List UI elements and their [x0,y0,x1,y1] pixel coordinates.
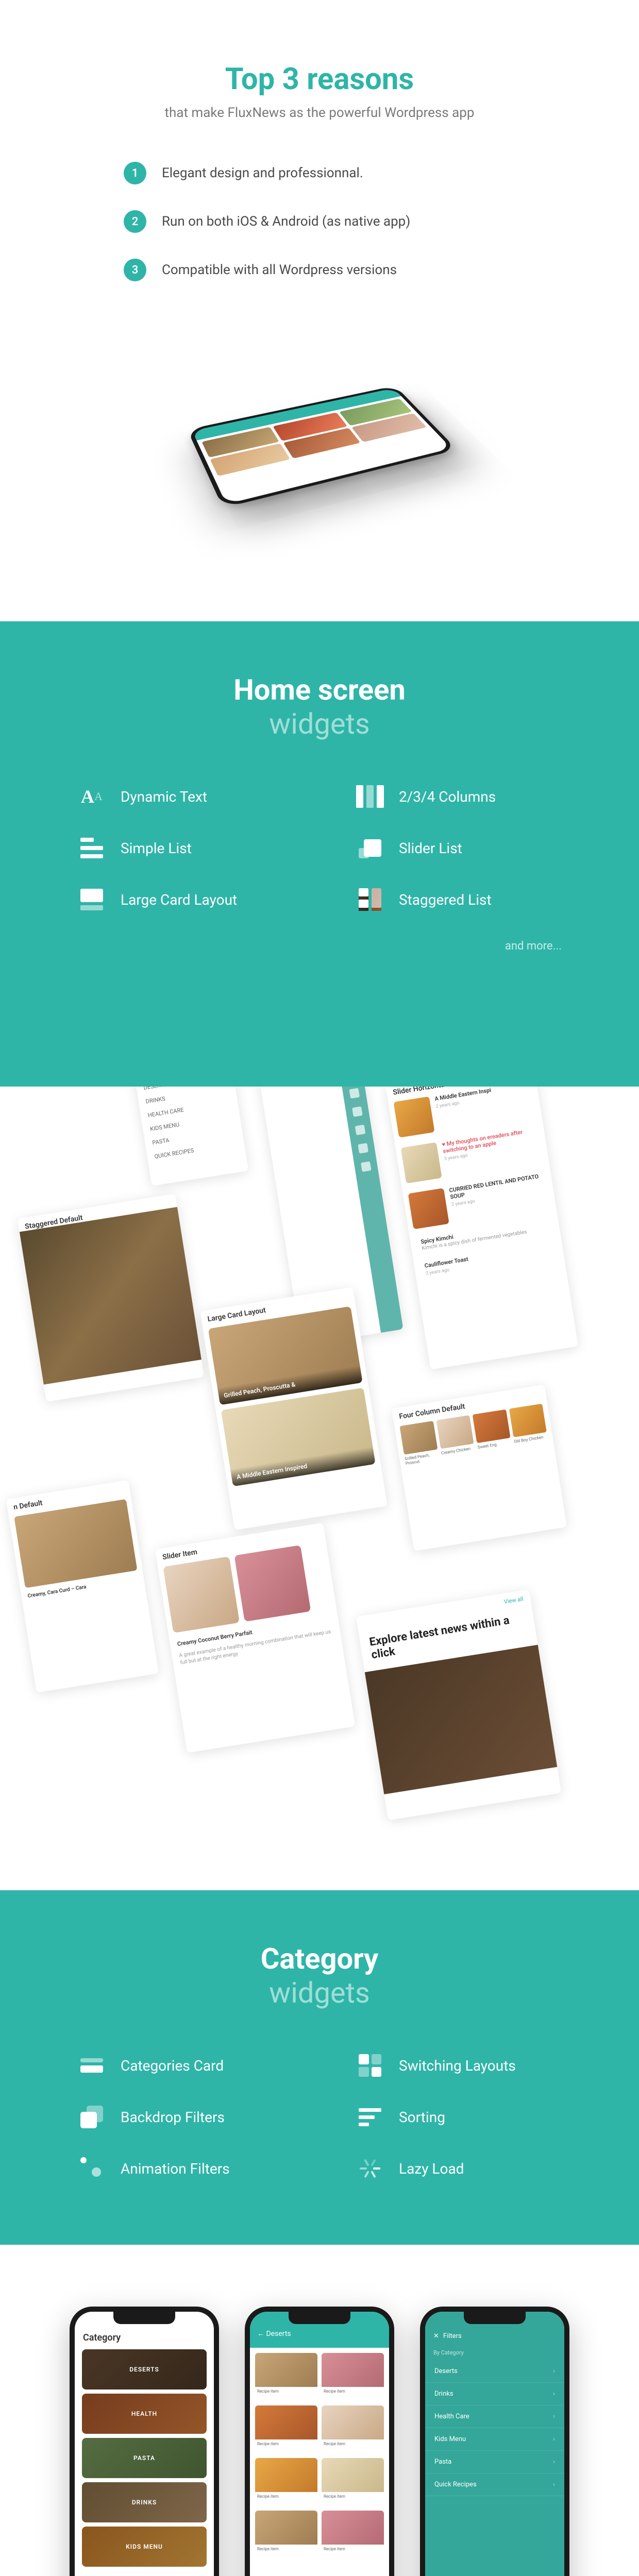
phone-filters: ✕ Filters By Category Deserts› Drinks› H… [420,2307,569,2576]
hero-phone-mockup [144,323,495,570]
feature-backdrop-filters: Backdrop Filters [77,2103,283,2131]
list-icon [77,834,106,862]
card-staggered: Staggered Default [18,1194,204,1402]
feature-lazy-load: Lazy Load [356,2154,562,2183]
feature-label: Animation Filters [121,2160,230,2177]
home-features-grid: AA Dynamic Text 2/3/4 Columns Simple Lis… [77,782,562,914]
section-label: By Category [425,2345,564,2360]
badge-1: 1 [124,162,146,184]
card-explore: View all Explore latest news within a cl… [356,1589,561,1820]
large-card-icon [77,885,106,914]
top-reasons-section: Top 3 reasons that make FluxNews as the … [0,0,639,621]
reason-1: 1 Elegant design and professionnal. [124,162,515,184]
section3-title: Category [261,1942,379,1976]
feature-label: Staggered List [399,891,492,908]
category-row: PASTA [82,2438,207,2478]
badge-3: 3 [124,259,146,281]
main-title: Top 3 reasons [225,62,414,97]
section2-subtitle: widgets [269,707,370,741]
feature-label: Sorting [399,2109,445,2126]
switching-icon [356,2051,384,2080]
feature-label: Backdrop Filters [121,2109,225,2126]
feature-dynamic-text: AA Dynamic Text [77,782,283,811]
feature-columns: 2/3/4 Columns [356,782,562,811]
card-slider-item: Slider Item Creamy Coconut Berry Parfait… [155,1523,356,1753]
staggered-icon [356,885,384,914]
feature-switching-layouts: Switching Layouts [356,2051,562,2080]
filter-item: Deserts› [425,2360,564,2383]
widgets-collage: My Wishlist Logout BY CATEGORY DESERTS D… [0,1087,639,1890]
feature-label: Simple List [121,840,192,857]
reason-3: 3 Compatible with all Wordpress versions [124,259,515,281]
feature-staggered: Staggered List [356,885,562,914]
spinner-icon [356,2154,384,2183]
animation-icon [77,2154,106,2183]
section3-heading: Category widgets [261,1942,379,2010]
section2-heading: Home screen widgets [233,673,406,741]
reason-2: 2 Run on both iOS & Android (as native a… [124,210,515,233]
feature-label: Categories Card [121,2057,224,2074]
feature-label: Switching Layouts [399,2057,516,2074]
feature-label: 2/3/4 Columns [399,788,496,805]
feature-sorting: Sorting [356,2103,562,2131]
section2-title: Home screen [233,673,406,707]
reason-1-text: Elegant design and professionnal. [162,165,363,181]
card-column-default: n Default Creamy, Cara Curd – Cara [6,1480,159,1693]
feature-animation-filters: Animation Filters [77,2154,283,2183]
feature-label: Slider List [399,840,462,857]
filter-item: Health Care› [425,2405,564,2428]
feature-large-card: Large Card Layout [77,885,283,914]
feature-label: Dynamic Text [121,788,207,805]
feature-label: Large Card Layout [121,891,237,908]
screen-title: Filters [443,2332,462,2340]
badge-2: 2 [124,210,146,233]
columns-icon [356,782,384,811]
card-horizontal-list: Slider Horizontal Blog List A Middle Eas… [385,1087,578,1369]
card-menu-drawer: My Wishlist Logout BY CATEGORY DESERTS D… [128,1087,249,1186]
phone-category-grid: ← Deserts Recipe item Recipe item Recipe… [245,2307,394,2576]
reason-2-text: Run on both iOS & Android (as native app… [162,214,410,229]
category-row: DESERTS [82,2349,207,2389]
category-row: HEALTH [82,2394,207,2434]
feature-categories-card: Categories Card [77,2051,283,2080]
category-row: KIDS MENU [82,2527,207,2567]
and-more-label: and more... [77,940,562,953]
backdrop-icon [77,2103,106,2131]
feature-slider-list: Slider List [356,834,562,862]
category-features-grid: Categories Card Switching Layouts Backdr… [77,2051,562,2183]
category-widgets-section: Category widgets Categories Card Switchi… [0,1890,639,2245]
filter-item: Pasta› [425,2451,564,2473]
reason-3-text: Compatible with all Wordpress versions [162,262,397,278]
card-four-column: Four Column Default Grilled Peach, Prosc… [392,1384,567,1551]
phone-category-list: Category DESERTS HEALTH PASTA DRINKS KID… [70,2307,219,2576]
main-subtitle: that make FluxNews as the powerful Wordp… [165,105,475,121]
feature-label: Lazy Load [399,2160,464,2177]
feature-simple-list: Simple List [77,834,283,862]
screen-title: Deserts [266,2330,291,2338]
section3-subtitle: widgets [269,1976,370,2010]
filter-item: Kids Menu› [425,2428,564,2451]
categories-card-icon [77,2051,106,2080]
category-phones-row: Category DESERTS HEALTH PASTA DRINKS KID… [0,2245,639,2576]
home-widgets-section: Home screen widgets AA Dynamic Text 2/3/… [0,621,639,1087]
text-icon: AA [77,782,106,811]
sort-icon [356,2103,384,2131]
category-row: DRINKS [82,2482,207,2522]
filter-item: Quick Recipes› [425,2473,564,2496]
slider-icon [356,834,384,862]
filter-item: Drinks› [425,2383,564,2405]
